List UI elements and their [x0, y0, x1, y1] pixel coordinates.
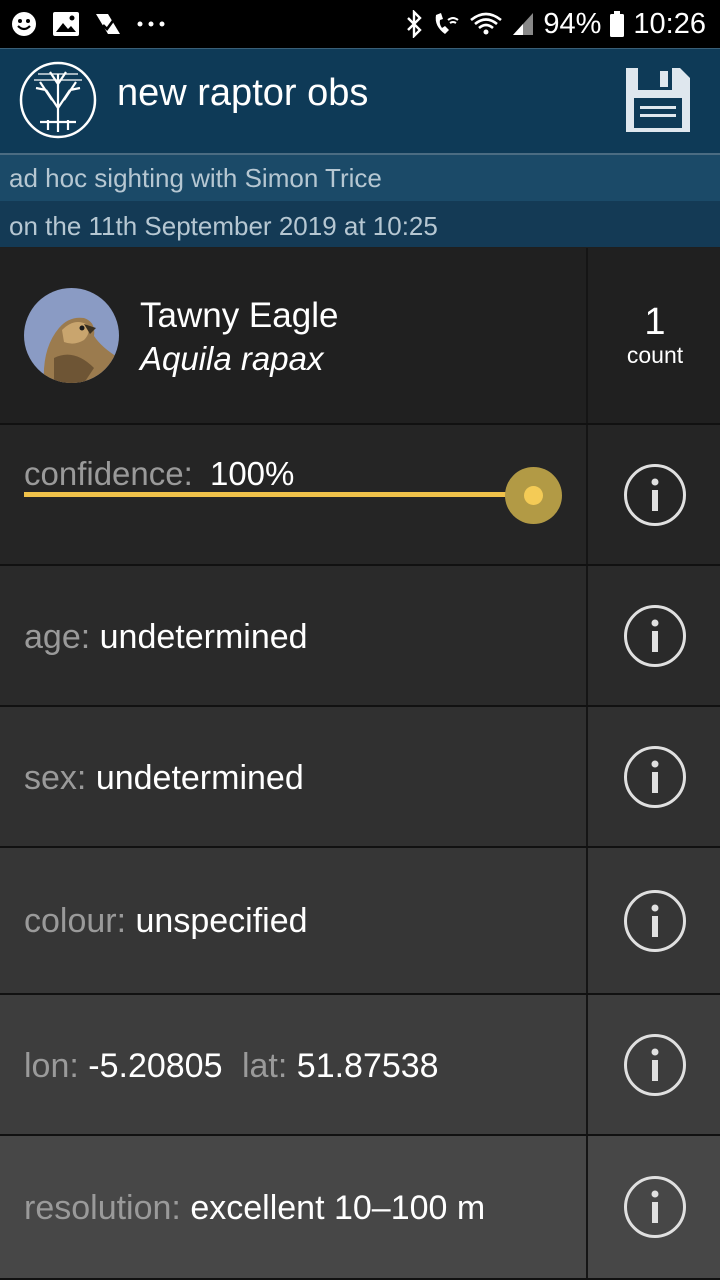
- location-text: lon: -5.20805 lat: 51.87538: [24, 1047, 439, 1086]
- resolution-cell[interactable]: resolution: excellent 10–100 m: [0, 1136, 586, 1278]
- age-row[interactable]: age: undetermined: [0, 566, 720, 707]
- confidence-value: 100%: [209, 455, 295, 492]
- confidence-slider-dot: [524, 486, 543, 505]
- wifi-call-icon: [431, 10, 461, 38]
- sex-row[interactable]: sex: undetermined: [0, 707, 720, 848]
- face-icon: [10, 10, 38, 38]
- lon-value: -5.20805: [88, 1047, 223, 1085]
- location-cell[interactable]: lon: -5.20805 lat: 51.87538: [0, 995, 586, 1134]
- save-button[interactable]: [624, 66, 692, 134]
- count-value: 1: [644, 301, 666, 343]
- confidence-text: confidence: 100%: [24, 455, 294, 493]
- age-value: undetermined: [99, 618, 308, 656]
- sex-value: undetermined: [95, 759, 304, 797]
- status-left-icons: [0, 10, 166, 38]
- signal-icon: [511, 11, 535, 37]
- age-text: age: undetermined: [24, 618, 308, 657]
- confidence-row: confidence: 100%: [0, 425, 720, 566]
- colour-cell[interactable]: colour: unspecified: [0, 848, 586, 993]
- status-bar: 94% 10:26: [0, 0, 720, 48]
- info-icon[interactable]: [624, 889, 686, 952]
- bluetooth-icon: [405, 10, 423, 38]
- confidence-label: confidence:: [24, 455, 193, 492]
- colour-info-cell[interactable]: [586, 848, 720, 993]
- sighting-type-text: ad hoc sighting with Simon Trice: [9, 163, 382, 193]
- battery-percent: 94%: [543, 7, 602, 40]
- species-row[interactable]: Tawny Eagle Aquila rapax 1 count: [0, 248, 720, 425]
- resolution-label: resolution:: [24, 1189, 181, 1227]
- confidence-info-cell[interactable]: [586, 425, 720, 564]
- sex-text: sex: undetermined: [24, 759, 304, 798]
- wifi-icon: [469, 10, 503, 38]
- lat-label: lat:: [241, 1047, 288, 1085]
- colour-text: colour: unspecified: [24, 902, 308, 941]
- check-icon: [94, 10, 122, 38]
- tree-logo-icon[interactable]: [18, 60, 98, 140]
- resolution-text: resolution: excellent 10–100 m: [24, 1189, 485, 1228]
- sex-cell[interactable]: sex: undetermined: [0, 707, 586, 846]
- colour-label: colour:: [24, 902, 127, 940]
- location-info-cell[interactable]: [586, 995, 720, 1134]
- sighting-type: ad hoc sighting with Simon Trice: [0, 155, 720, 201]
- sex-info-cell[interactable]: [586, 707, 720, 846]
- app-header: new raptor obs: [0, 48, 720, 153]
- colour-row[interactable]: colour: unspecified: [0, 848, 720, 995]
- battery-icon: [609, 10, 625, 38]
- species-latin-name: Aquila rapax: [140, 340, 324, 377]
- colour-value: unspecified: [135, 902, 308, 940]
- confidence-cell: confidence: 100%: [0, 425, 586, 564]
- species-common-name: Tawny Eagle: [140, 296, 339, 335]
- info-icon[interactable]: [624, 604, 686, 667]
- lat-value: 51.87538: [296, 1047, 439, 1085]
- sex-label: sex:: [24, 759, 87, 797]
- resolution-info-cell[interactable]: [586, 1136, 720, 1278]
- image-icon: [52, 11, 80, 37]
- info-icon[interactable]: [624, 463, 686, 526]
- sighting-date-text: on the 11th September 2019 at 10:25: [9, 211, 438, 241]
- sighting-date: on the 11th September 2019 at 10:25: [0, 201, 720, 247]
- status-time: 10:26: [633, 7, 706, 40]
- count-label: count: [626, 342, 684, 368]
- page-title: new raptor obs: [117, 72, 369, 114]
- info-icon[interactable]: [624, 745, 686, 808]
- more-icon: [136, 20, 166, 28]
- species-cell[interactable]: Tawny Eagle Aquila rapax: [0, 248, 586, 423]
- info-icon[interactable]: [624, 1033, 686, 1096]
- resolution-row[interactable]: resolution: excellent 10–100 m: [0, 1136, 720, 1280]
- species-avatar: [24, 288, 119, 383]
- lon-label: lon:: [24, 1047, 79, 1085]
- resolution-value: excellent 10–100 m: [190, 1189, 486, 1227]
- info-icon[interactable]: [624, 1176, 686, 1238]
- location-row[interactable]: lon: -5.20805 lat: 51.87538: [0, 995, 720, 1136]
- age-cell[interactable]: age: undetermined: [0, 566, 586, 705]
- save-icon: [626, 68, 690, 132]
- status-right: 94% 10:26: [405, 8, 720, 41]
- confidence-slider-track[interactable]: [24, 492, 534, 497]
- age-label: age:: [24, 618, 91, 656]
- count-cell[interactable]: 1 count: [586, 248, 720, 423]
- age-info-cell[interactable]: [586, 566, 720, 705]
